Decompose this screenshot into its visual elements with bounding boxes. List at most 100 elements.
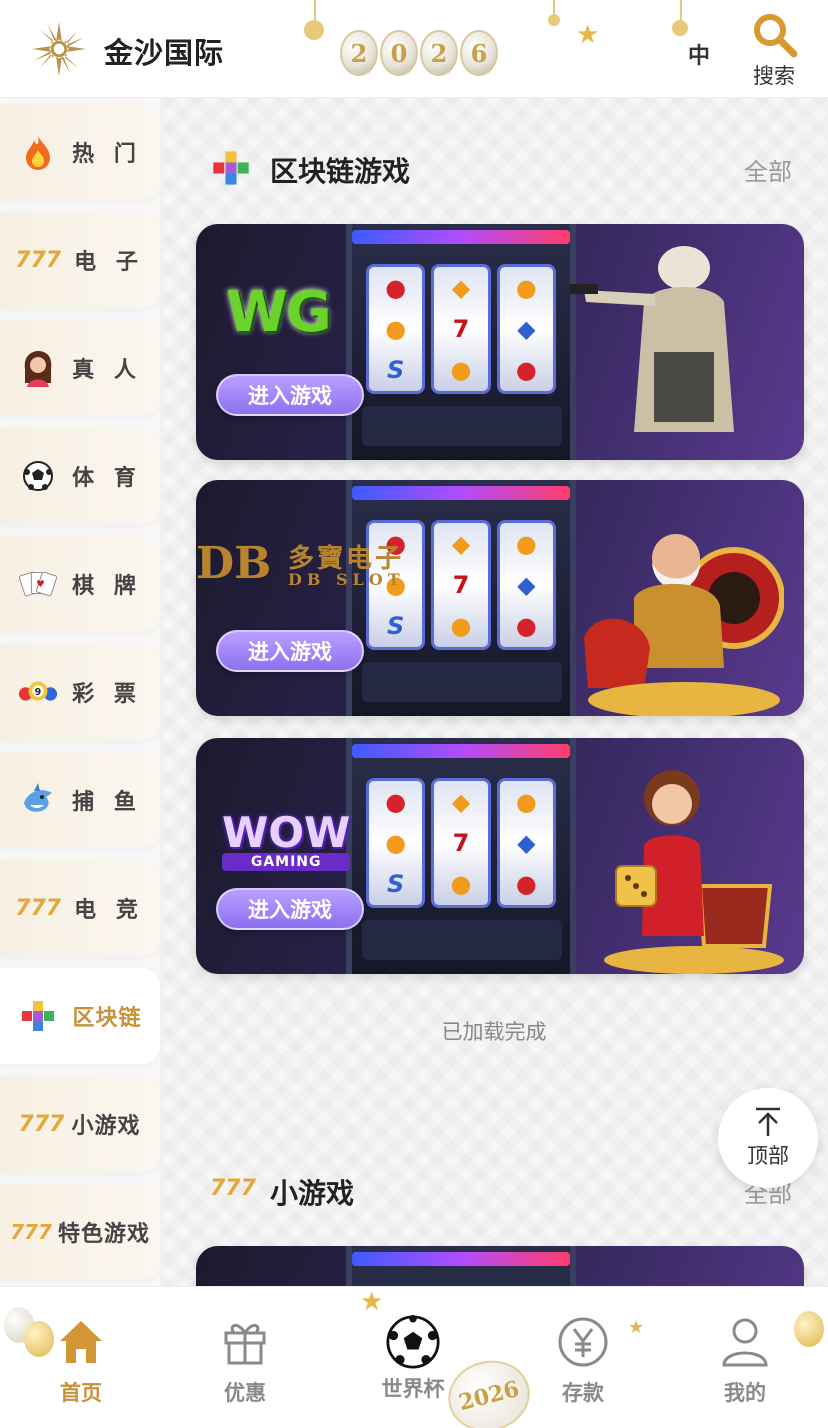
slot-machine-graphic — [346, 1246, 576, 1286]
back-to-top-label: 顶部 — [747, 1144, 789, 1168]
sidebar-item-label: 捕 鱼 — [72, 790, 142, 815]
sidebar-item-label: 棋 牌 — [72, 574, 142, 599]
game-card-wow-gaming[interactable]: ● ● S ◆ 7 ● ● ◆ ● WOW GAMING 进入游戏 — [196, 738, 804, 974]
soccer-ball-icon — [18, 456, 58, 496]
sidebar-item-blockchain[interactable]: 区块链 — [0, 968, 160, 1064]
nav-label: 我的 — [724, 1381, 766, 1405]
nav-deposit[interactable]: 存款 — [528, 1315, 638, 1407]
slot-machine-graphic: ● ● S ◆ 7 ● ● ◆ ● — [346, 224, 576, 460]
ornament-string — [553, 0, 555, 14]
enter-game-button[interactable]: 进入游戏 — [216, 374, 364, 416]
ornament-string — [314, 0, 316, 20]
game-card-db-slot[interactable]: ● ● S ◆ 7 ● ● ◆ ● DB 多寶电子 DB SLOT 进入游戏 — [196, 480, 804, 716]
back-to-top-button[interactable]: 顶部 — [718, 1088, 818, 1188]
sidebar-item-label: 体 育 — [72, 466, 142, 491]
nav-promotions[interactable]: 优惠 — [190, 1315, 300, 1407]
home-icon — [60, 1321, 102, 1363]
year-2026-decoration: 2 0 2 6 — [340, 30, 498, 82]
sidebar-item-featured-games[interactable]: 777 特色游戏 — [0, 1184, 160, 1280]
gift-icon — [224, 1324, 266, 1365]
year-digit: 2 — [340, 30, 378, 76]
year-digit: 6 — [460, 30, 498, 76]
db-logo-english: DB SLOT — [288, 570, 405, 589]
game-card-wg[interactable]: ● ● S ◆ 7 ● ● ◆ ● WG 进入游戏 — [196, 224, 804, 460]
sidebar-item-fishing[interactable]: 捕 鱼 — [0, 752, 160, 848]
gold-warrior-character-illustration — [584, 534, 784, 716]
live-dealer-icon — [18, 348, 58, 388]
section-header-blockchain: 区块链游戏 全部 — [210, 148, 800, 188]
brand-name: 金沙国际 — [104, 36, 225, 70]
sidebar-item-live[interactable]: 真 人 — [0, 320, 160, 416]
gold-star-icon: ★ — [360, 1287, 384, 1317]
777-slot-icon: 777 — [18, 1111, 65, 1137]
section-title: 小游戏 — [270, 1177, 355, 1210]
wow-gaming-logo: WOW GAMING — [222, 808, 351, 871]
nav-profile[interactable]: 我的 — [690, 1315, 800, 1407]
blockchain-cubes-icon — [18, 996, 58, 1036]
gold-ornament-icon — [304, 20, 324, 40]
language-switch[interactable]: 中 — [688, 38, 710, 70]
shark-icon — [18, 780, 58, 820]
ornament-string — [680, 0, 682, 20]
gold-ornament-icon — [548, 14, 560, 26]
sidebar-item-esports[interactable]: 777 电 竞 — [0, 860, 160, 956]
db-slot-logo: DB 多寶电子 DB SLOT — [196, 538, 401, 589]
slot-machine-graphic: ● ● S ◆ 7 ● ● ◆ ● — [346, 480, 576, 716]
sidebar-item-label: 小游戏 — [71, 1114, 141, 1139]
section-header-mini-games: 777 小游戏 全部 — [210, 1170, 800, 1210]
nav-label: 首页 — [60, 1381, 102, 1405]
nav-label: 存款 — [562, 1381, 604, 1405]
view-all-link[interactable]: 全部 — [744, 152, 792, 187]
wg-logo: WG — [226, 280, 332, 345]
yen-coin-icon — [558, 1317, 608, 1367]
enter-game-button[interactable]: 进入游戏 — [216, 888, 364, 930]
loaded-complete-text: 已加载完成 — [441, 1020, 547, 1044]
section-title: 区块链游戏 — [270, 155, 411, 188]
sidebar-item-slots[interactable]: 777 电 子 — [0, 212, 160, 308]
search-button[interactable]: 搜索 — [744, 10, 804, 90]
db-logo-mark: DB — [196, 538, 272, 589]
sidebar-item-cards[interactable]: ♥ 棋 牌 — [0, 536, 160, 632]
blockchain-cubes-icon — [213, 151, 249, 185]
dice-girl-character-illustration — [604, 770, 784, 974]
sidebar-item-label: 电 竞 — [74, 898, 144, 923]
playing-cards-icon: ♥ — [18, 564, 58, 604]
nav-label: 优惠 — [224, 1381, 266, 1405]
777-slot-icon: 777 — [210, 1176, 256, 1201]
enter-game-button[interactable]: 进入游戏 — [216, 630, 364, 672]
search-icon — [754, 14, 798, 58]
777-slot-icon: 777 — [15, 247, 62, 273]
sidebar-item-mini-games[interactable]: 777 小游戏 — [0, 1076, 160, 1172]
soccer-ball-icon — [386, 1315, 440, 1369]
game-card-mini-partial[interactable] — [196, 1246, 804, 1286]
arrow-up-icon — [756, 1107, 780, 1136]
gold-ornament-icon — [672, 20, 688, 36]
sidebar-item-hot[interactable]: 热 门 — [0, 104, 160, 200]
gunman-character-illustration — [570, 246, 734, 432]
user-icon — [722, 1318, 768, 1367]
sunburst-logo-icon — [31, 21, 87, 77]
year-digit: 0 — [380, 30, 418, 76]
flame-icon — [18, 132, 58, 172]
gold-star-icon: ★ — [576, 20, 600, 50]
sidebar-item-label: 热 门 — [72, 142, 142, 167]
sidebar-item-label: 真 人 — [72, 358, 142, 383]
sidebar-item-label: 特色游戏 — [57, 1222, 150, 1247]
category-sidebar: 热 门 777 电 子 真 人 体 育 ♥ 棋 牌 9 彩 票 捕 鱼 777 — [0, 98, 160, 1286]
slot-machine-graphic: ● ● S ◆ 7 ● ● ◆ ● — [346, 738, 576, 974]
sidebar-item-label: 电 子 — [74, 250, 144, 275]
year-digit: 2 — [420, 30, 458, 76]
sidebar-item-sports[interactable]: 体 育 — [0, 428, 160, 524]
777-slot-icon: 777 — [15, 895, 62, 921]
search-label: 搜索 — [753, 64, 795, 88]
bottom-navigation: ★ ★ 首页 优惠 世界杯 2026 存款 我的 — [0, 1286, 828, 1428]
sidebar-item-label: 彩 票 — [72, 682, 142, 707]
app-header: 金沙国际 ★ 2 0 2 6 中 搜索 — [0, 0, 828, 98]
svg-text:9: 9 — [35, 687, 42, 698]
sidebar-item-lottery[interactable]: 9 彩 票 — [0, 644, 160, 740]
sidebar-item-label: 区块链 — [72, 1006, 142, 1031]
777-slot-icon: 777 — [10, 1220, 52, 1244]
wow-logo-text: WOW — [222, 808, 351, 857]
svg-text:♥: ♥ — [36, 579, 45, 590]
nav-home[interactable]: 首页 — [26, 1315, 136, 1407]
